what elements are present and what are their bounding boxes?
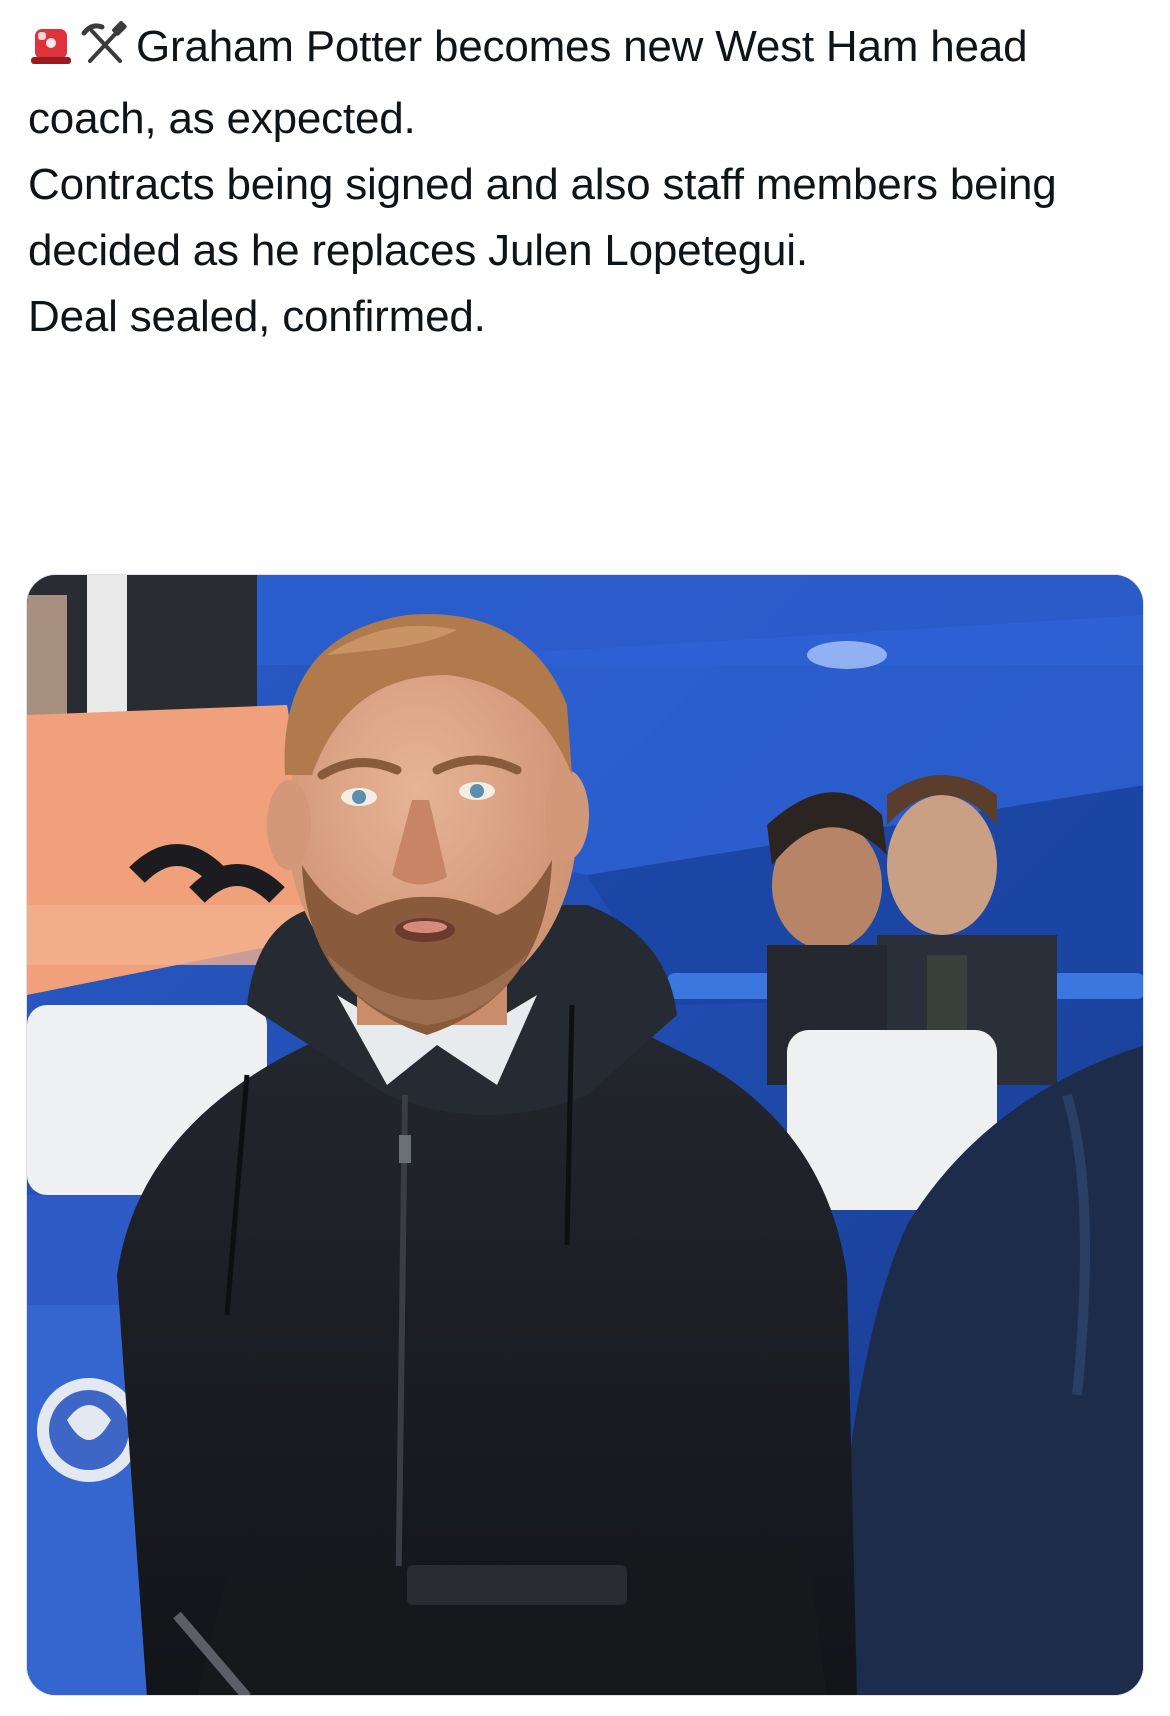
tweet-paragraph-1: Graham Potter becomes new West Ham head … [28,14,1138,152]
hammer-and-pick-icon [80,20,130,86]
tweet-photo[interactable] [26,574,1144,1696]
photo-illustration [27,575,1143,1695]
rotating-light-icon [28,20,74,86]
tweet-paragraph-3: Deal sealed, confirmed. [28,292,486,341]
tweet-text: Graham Potter becomes new West Ham head … [28,14,1138,350]
tweet-paragraph-2: Contracts being signed and also staff me… [28,160,1057,275]
tweet-line-headline: Graham Potter becomes new West Ham head … [28,22,1028,143]
